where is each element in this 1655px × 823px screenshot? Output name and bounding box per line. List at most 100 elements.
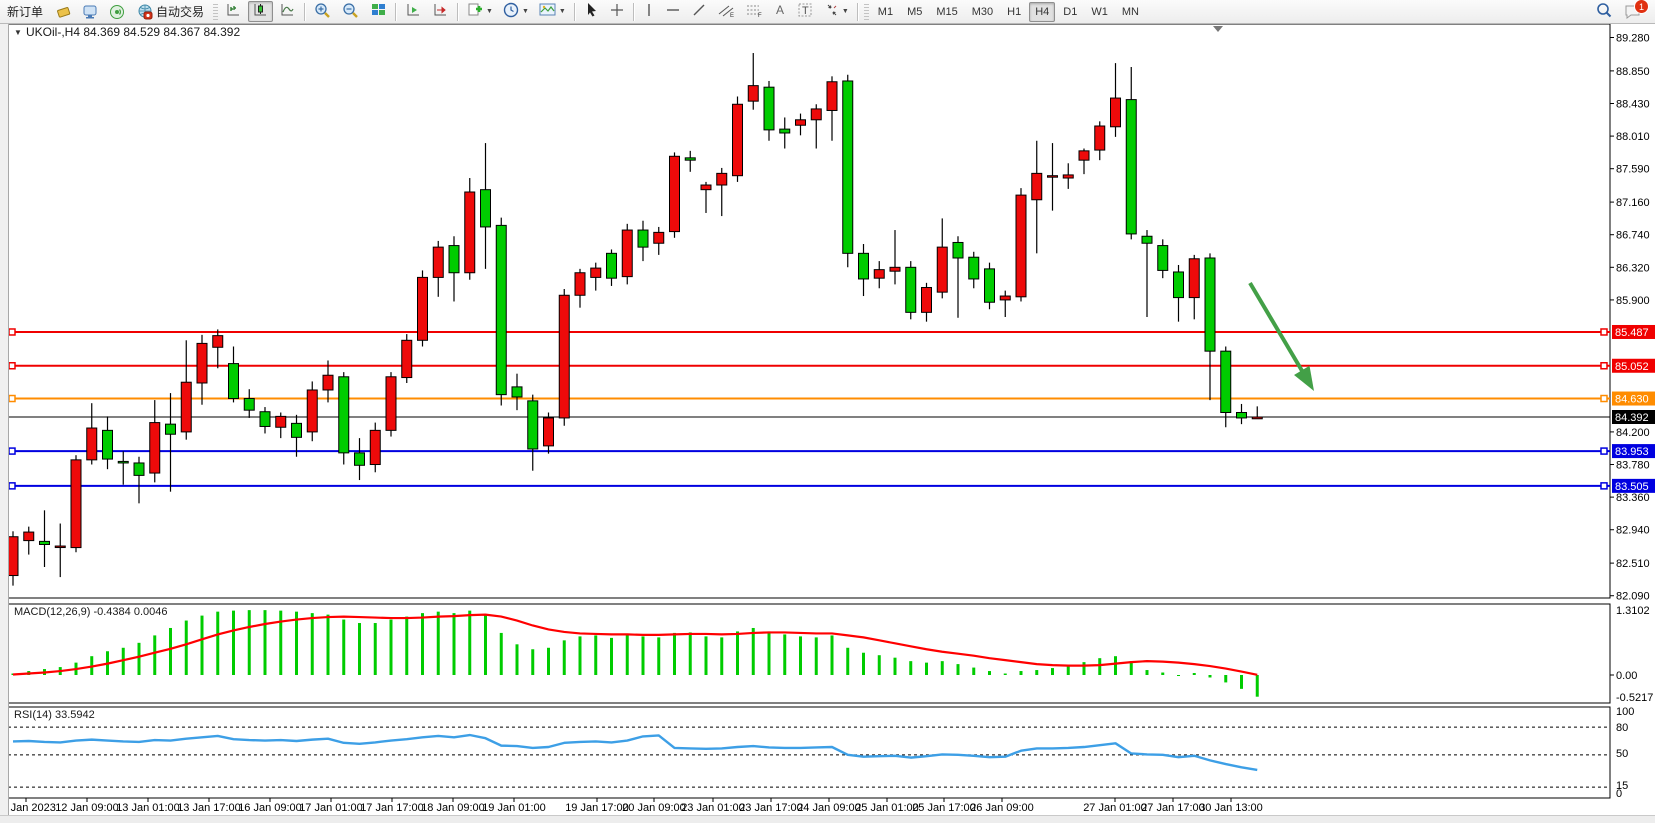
- candle-body: [654, 232, 664, 243]
- chevron-down-icon: ▼: [522, 8, 529, 15]
- vertical-line-icon: [643, 2, 655, 21]
- tab-timeframe-d1[interactable]: D1: [1057, 2, 1083, 22]
- zoom-in-button[interactable]: [310, 1, 336, 22]
- tab-timeframe-w1[interactable]: W1: [1085, 2, 1114, 22]
- time-tick-label: 23 Jan 01:00: [681, 802, 745, 814]
- candle-body: [386, 377, 396, 431]
- notifications-button[interactable]: 1: [1619, 1, 1647, 22]
- auto-scroll-button[interactable]: [401, 1, 426, 22]
- candlestick-button[interactable]: [248, 1, 273, 22]
- tab-timeframe-h1[interactable]: H1: [1001, 2, 1027, 22]
- new-order-button[interactable]: 新订单: [1, 1, 49, 22]
- time-tick-label: 13 Jan 17:00: [177, 802, 241, 814]
- chart-shift-button[interactable]: [428, 1, 453, 22]
- candlestick-icon: [252, 2, 269, 21]
- text-a-icon: A: [773, 2, 787, 21]
- auto-trading-label: 自动交易: [156, 3, 204, 20]
- hline-anchor[interactable]: [9, 448, 15, 454]
- candle-body: [922, 287, 932, 312]
- hline-anchor[interactable]: [9, 396, 15, 402]
- tab-timeframe-h4[interactable]: H4: [1029, 2, 1055, 22]
- hline-anchor[interactable]: [9, 363, 15, 369]
- gold-brick-icon: [55, 4, 72, 20]
- fibonacci-tool[interactable]: F: [741, 1, 767, 22]
- price-tick-label: 89.280: [1616, 32, 1650, 44]
- price-tick-label: 88.430: [1616, 98, 1650, 110]
- tile-windows-button[interactable]: [366, 1, 391, 22]
- hline-anchor[interactable]: [1601, 483, 1607, 489]
- signals-button[interactable]: [105, 1, 130, 22]
- signal-icon: [109, 4, 126, 20]
- time-tick-label: 19 Jan 01:00: [482, 802, 546, 814]
- rsi-panel-border: [8, 707, 1610, 798]
- arrows-tool[interactable]: ▼: [820, 1, 853, 22]
- hline-anchor[interactable]: [1601, 329, 1607, 335]
- price-tick-label: 82.940: [1616, 525, 1650, 537]
- candle-body: [985, 269, 995, 302]
- text-label-icon: T: [797, 2, 814, 21]
- candle-body: [496, 225, 506, 394]
- candle-body: [811, 109, 821, 120]
- toolbar-grip[interactable]: [213, 4, 218, 20]
- tab-timeframe-mn[interactable]: MN: [1116, 2, 1145, 22]
- cursor-button[interactable]: [580, 1, 603, 22]
- candle-body: [890, 267, 900, 271]
- tab-timeframe-m15[interactable]: M15: [930, 2, 963, 22]
- price-tick-label: 87.160: [1616, 197, 1650, 209]
- search-button[interactable]: [1591, 1, 1617, 22]
- label-tool[interactable]: T: [793, 1, 818, 22]
- hline-anchor[interactable]: [1601, 448, 1607, 454]
- time-tick-label: 26 Jan 09:00: [970, 802, 1034, 814]
- crosshair-icon: [609, 2, 625, 21]
- candle-body: [323, 375, 333, 390]
- templates-button[interactable]: ▼: [535, 1, 570, 22]
- svg-text:F: F: [758, 13, 762, 18]
- candle-body: [559, 295, 569, 418]
- chart-canvas[interactable]: 89.28088.85088.43088.01087.59087.16086.7…: [0, 0, 1655, 823]
- time-tick-label: 20 Jan 09:00: [622, 802, 686, 814]
- candle-body: [355, 453, 365, 465]
- periods-button[interactable]: ▼: [499, 1, 533, 22]
- candle-body: [685, 158, 695, 160]
- terminal-button[interactable]: [78, 1, 103, 22]
- text-tool[interactable]: A: [769, 1, 791, 22]
- bar-chart-button[interactable]: [221, 1, 246, 22]
- price-tick-label: 82.090: [1616, 591, 1650, 603]
- candle-body: [276, 416, 286, 427]
- new-chart-button[interactable]: ▼: [463, 1, 497, 22]
- price-tick-label: 86.740: [1616, 230, 1650, 242]
- zoom-out-button[interactable]: [338, 1, 364, 22]
- candle-body: [150, 423, 160, 473]
- trendline-tool[interactable]: [687, 1, 711, 22]
- time-tick-label: 18 Jan 09:00: [421, 802, 485, 814]
- hline-anchor[interactable]: [1601, 396, 1607, 402]
- candle-body: [1237, 412, 1247, 417]
- hline-anchor[interactable]: [1601, 363, 1607, 369]
- candle-body: [1158, 246, 1168, 271]
- tab-timeframe-m5[interactable]: M5: [901, 2, 928, 22]
- bar-chart-icon: [225, 2, 242, 21]
- toolbar-separator: [457, 3, 459, 21]
- channel-tool[interactable]: E: [713, 1, 739, 22]
- toolbar-grip[interactable]: [864, 4, 869, 20]
- price-tick-label: 82.510: [1616, 558, 1650, 570]
- candle-body: [118, 461, 128, 463]
- candle-body: [764, 87, 774, 130]
- line-chart-button[interactable]: [275, 1, 300, 22]
- crosshair-button[interactable]: [605, 1, 629, 22]
- history-center-button[interactable]: [51, 1, 76, 22]
- tab-timeframe-m30[interactable]: M30: [966, 2, 999, 22]
- price-tick-label: 88.010: [1616, 131, 1650, 143]
- price-badge-label: 85.487: [1615, 327, 1649, 339]
- macd-label: MACD(12,26,9) -0.4384 0.0046: [14, 606, 167, 618]
- price-tick-label: 85.900: [1616, 295, 1650, 307]
- auto-scroll-icon: [405, 2, 422, 21]
- horizontal-line-tool[interactable]: [661, 1, 685, 22]
- hline-anchor[interactable]: [9, 483, 15, 489]
- hline-anchor[interactable]: [9, 329, 15, 335]
- candle-body: [481, 190, 491, 227]
- vertical-line-tool[interactable]: [639, 1, 659, 22]
- auto-trading-button[interactable]: 自动交易: [132, 1, 210, 22]
- tab-timeframe-m1[interactable]: M1: [872, 2, 899, 22]
- price-badge-label: 85.052: [1615, 361, 1649, 373]
